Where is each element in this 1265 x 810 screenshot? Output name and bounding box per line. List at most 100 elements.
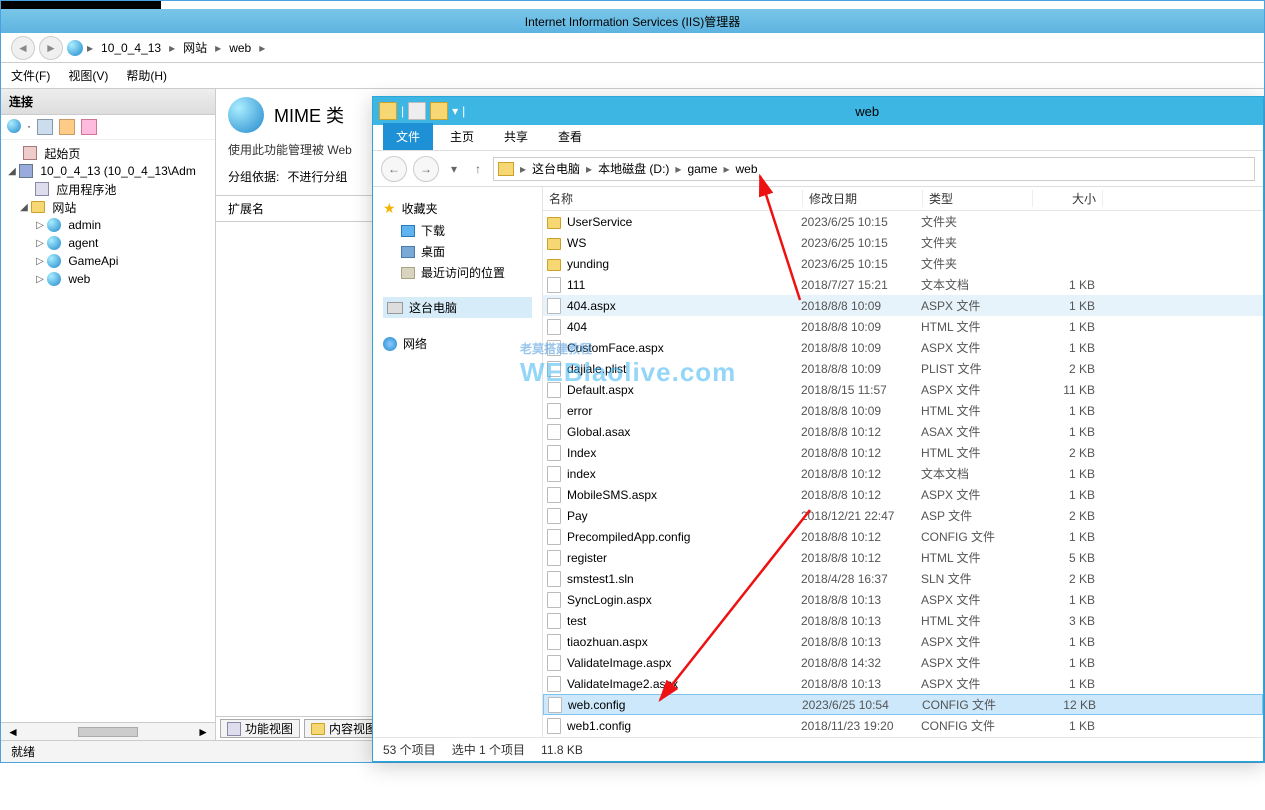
file-row[interactable]: smstest1.sln2018/4/28 16:37SLN 文件2 KB xyxy=(543,568,1263,589)
tree-site-gameapi[interactable]: ▷ GameApi xyxy=(1,252,215,270)
chevron-right-icon[interactable]: ▸ xyxy=(584,162,594,176)
file-icon xyxy=(547,529,561,545)
chevron-right-icon[interactable]: ▸ xyxy=(721,162,731,176)
tree-server[interactable]: ◢ 10_0_4_13 (10_0_4_13\Adm xyxy=(1,162,215,180)
nav-back-button[interactable]: ← xyxy=(381,156,407,182)
status-size: 11.8 KB xyxy=(541,743,583,757)
file-row[interactable]: SyncLogin.aspx2018/8/8 10:13ASPX 文件1 KB xyxy=(543,589,1263,610)
file-row[interactable]: 1112018/7/27 15:21文本文档1 KB xyxy=(543,274,1263,295)
tab-feature-view[interactable]: 功能视图 xyxy=(220,719,300,738)
file-row[interactable]: Index2018/8/8 10:12HTML 文件2 KB xyxy=(543,442,1263,463)
refresh-icon[interactable] xyxy=(81,119,97,135)
connect-icon[interactable] xyxy=(7,119,21,133)
file-row[interactable]: UserService2023/6/25 10:15文件夹 xyxy=(543,211,1263,232)
file-row[interactable]: ValidateImage2.aspx2018/8/8 10:13ASPX 文件… xyxy=(543,673,1263,694)
file-icon xyxy=(547,634,561,650)
expand-icon[interactable]: ▷ xyxy=(35,220,45,231)
connections-tree[interactable]: 起始页 ◢ 10_0_4_13 (10_0_4_13\Adm 应用程序池 ◢ 网… xyxy=(1,140,215,722)
file-row[interactable]: PrecompiledApp.config2018/8/8 10:12CONFI… xyxy=(543,526,1263,547)
folder-icon[interactable] xyxy=(430,102,448,120)
expand-icon[interactable]: ▷ xyxy=(35,256,45,267)
back-button[interactable]: ◄ xyxy=(11,36,35,60)
tree-site-web[interactable]: ▷ web xyxy=(1,270,215,288)
col-date[interactable]: 修改日期 xyxy=(803,190,923,207)
file-name: 404.aspx xyxy=(567,299,616,313)
nav-up-button[interactable]: ↑ xyxy=(469,160,487,178)
address-bar[interactable]: ▸ 这台电脑 ▸ 本地磁盘 (D:) ▸ game ▸ web xyxy=(493,157,1255,181)
tree-start-page[interactable]: 起始页 xyxy=(1,144,215,162)
nav-forward-button[interactable]: → xyxy=(413,156,439,182)
file-icon xyxy=(547,676,561,692)
file-icon xyxy=(547,571,561,587)
file-row[interactable]: web1.config2018/11/23 19:20CONFIG 文件1 KB xyxy=(543,715,1263,736)
menu-file[interactable]: 文件(F) xyxy=(11,67,50,84)
collapse-icon[interactable]: ◢ xyxy=(19,202,29,213)
file-row[interactable]: yunding2023/6/25 10:15文件夹 xyxy=(543,253,1263,274)
breadcrumb-drive[interactable]: 本地磁盘 (D:) xyxy=(598,160,669,177)
sidebar-downloads[interactable]: 下载 xyxy=(383,220,532,241)
file-type: 文件夹 xyxy=(921,213,1031,230)
file-row[interactable]: MobileSMS.aspx2018/8/8 10:12ASPX 文件1 KB xyxy=(543,484,1263,505)
forward-button[interactable]: ► xyxy=(39,36,63,60)
file-row[interactable]: register2018/8/8 10:12HTML 文件5 KB xyxy=(543,547,1263,568)
file-name: error xyxy=(567,404,592,418)
sidebar-desktop[interactable]: 桌面 xyxy=(383,241,532,262)
file-row[interactable]: Pay2018/12/21 22:47ASP 文件2 KB xyxy=(543,505,1263,526)
expand-icon[interactable]: ▷ xyxy=(35,238,45,249)
expand-icon[interactable]: ▷ xyxy=(35,274,45,285)
tree-sites[interactable]: ◢ 网站 xyxy=(1,198,215,216)
file-row[interactable]: Default.aspx2018/8/15 11:57ASPX 文件11 KB xyxy=(543,379,1263,400)
file-date: 2018/8/8 10:12 xyxy=(801,551,921,565)
ribbon-tab-view[interactable]: 查看 xyxy=(545,123,595,150)
file-row[interactable]: tiaozhuan.aspx2018/8/8 10:13ASPX 文件1 KB xyxy=(543,631,1263,652)
chevron-right-icon[interactable]: ▸ xyxy=(518,162,528,176)
file-row[interactable]: index2018/8/8 10:12文本文档1 KB xyxy=(543,463,1263,484)
file-row[interactable]: WS2023/6/25 10:15文件夹 xyxy=(543,232,1263,253)
breadcrumb-web[interactable]: web xyxy=(736,162,758,176)
file-row[interactable]: test2018/8/8 10:13HTML 文件3 KB xyxy=(543,610,1263,631)
file-date: 2018/8/8 10:13 xyxy=(801,614,921,628)
ribbon-tab-home[interactable]: 主页 xyxy=(437,123,487,150)
file-row[interactable]: ValidateImage.aspx2018/8/8 14:32ASPX 文件1… xyxy=(543,652,1263,673)
sidebar-this-pc[interactable]: 这台电脑 xyxy=(383,297,532,318)
menu-help[interactable]: 帮助(H) xyxy=(126,67,167,84)
ribbon-tab-share[interactable]: 共享 xyxy=(491,123,541,150)
nav-recent-dropdown[interactable]: ▾ xyxy=(445,160,463,178)
group-by-value[interactable]: 不进行分组 xyxy=(287,168,347,185)
file-row[interactable]: 4042018/8/8 10:09HTML 文件1 KB xyxy=(543,316,1263,337)
tree-site-admin[interactable]: ▷ admin xyxy=(1,216,215,234)
explorer-title-bar[interactable]: | ▾ | web xyxy=(373,97,1263,125)
col-type[interactable]: 类型 xyxy=(923,190,1033,207)
file-row[interactable]: dajiale.plist2018/8/8 10:09PLIST 文件2 KB xyxy=(543,358,1263,379)
properties-icon[interactable] xyxy=(408,102,426,120)
folder-icon[interactable] xyxy=(59,119,75,135)
collapse-icon[interactable]: ◢ xyxy=(7,166,17,177)
tree-app-pools[interactable]: 应用程序池 xyxy=(1,180,215,198)
iis-title-bar[interactable]: Internet Information Services (IIS)管理器 xyxy=(1,9,1264,33)
breadcrumb-web[interactable]: web xyxy=(225,41,255,55)
breadcrumb-sites[interactable]: 网站 xyxy=(179,39,211,56)
col-size[interactable]: 大小 xyxy=(1033,190,1103,207)
file-row[interactable]: error2018/8/8 10:09HTML 文件1 KB xyxy=(543,400,1263,421)
breadcrumb-this-pc[interactable]: 这台电脑 xyxy=(532,160,580,177)
breadcrumb-game[interactable]: game xyxy=(687,162,717,176)
chevron-right-icon[interactable]: ▸ xyxy=(673,162,683,176)
horizontal-scrollbar[interactable]: ◄► xyxy=(1,722,215,740)
sidebar-recent[interactable]: 最近访问的位置 xyxy=(383,262,532,283)
file-row[interactable]: 404.aspx2018/8/8 10:09ASPX 文件1 KB xyxy=(543,295,1263,316)
breadcrumb-server[interactable]: 10_0_4_13 xyxy=(97,41,165,55)
overflow-icon[interactable]: ▾ xyxy=(452,104,458,118)
file-list[interactable]: UserService2023/6/25 10:15文件夹WS2023/6/25… xyxy=(543,211,1263,737)
site-icon xyxy=(47,218,61,232)
file-row[interactable]: CustomFace.aspx2018/8/8 10:09ASPX 文件1 KB xyxy=(543,337,1263,358)
home-icon xyxy=(23,146,37,160)
col-name[interactable]: 名称 xyxy=(543,190,803,207)
file-row[interactable]: Global.asax2018/8/8 10:12ASAX 文件1 KB xyxy=(543,421,1263,442)
menu-view[interactable]: 视图(V) xyxy=(68,67,108,84)
save-icon[interactable] xyxy=(37,119,53,135)
file-row[interactable]: web.config2023/6/25 10:54CONFIG 文件12 KB xyxy=(543,694,1263,715)
sidebar-favorites[interactable]: ★收藏夹 xyxy=(383,197,532,220)
tree-site-agent[interactable]: ▷ agent xyxy=(1,234,215,252)
ribbon-tab-file[interactable]: 文件 xyxy=(383,123,433,150)
sidebar-network[interactable]: 网络 xyxy=(383,332,532,355)
